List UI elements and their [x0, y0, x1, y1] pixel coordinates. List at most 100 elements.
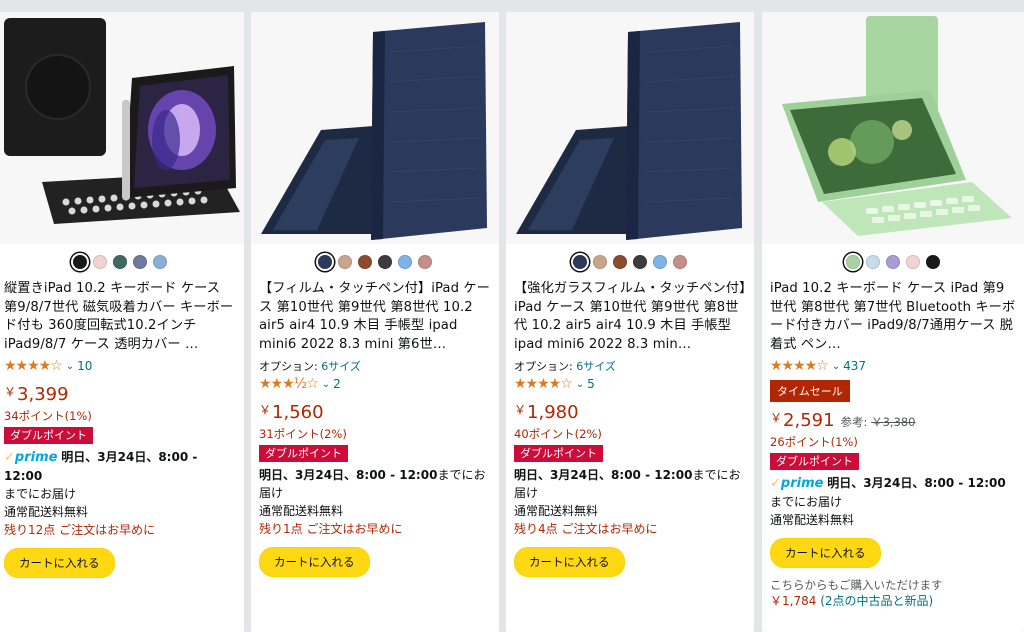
add-to-cart-button[interactable]: カートに入れる [4, 548, 115, 578]
chevron-down-icon[interactable]: ⌄ [832, 361, 840, 372]
color-swatch[interactable] [886, 255, 900, 269]
color-swatch[interactable] [866, 255, 880, 269]
product-title[interactable]: iPad 10.2 キーボード ケース iPad 第9世代 第8世代 第7世代 … [770, 280, 1016, 354]
time-sale-badge: タイムセール [770, 380, 850, 402]
color-swatch[interactable] [926, 255, 940, 269]
rating[interactable]: ★★★★☆ ⌄ 437 [770, 356, 1016, 376]
delivery-suffix: までにお届け [4, 487, 77, 501]
option-link[interactable]: 6サイズ [576, 360, 616, 373]
stock-warning: 残り1点 ご注文はお早めに [259, 522, 403, 536]
product-title[interactable]: 【強化ガラスフィルム・タッチペン付】iPad ケース 第10世代 第9世代 第8… [514, 280, 746, 354]
color-swatch[interactable] [338, 255, 352, 269]
delivery-info: ✓prime 明日、3月24日、8:00 - 12:00 までにお届け [4, 448, 236, 503]
delivery-suffix: までにお届け [770, 495, 843, 509]
color-swatch[interactable] [358, 255, 372, 269]
other-offers[interactable]: ￥1,784 (2点の中古品と新品) [770, 593, 1016, 609]
color-swatch[interactable] [318, 255, 332, 269]
ipad-folio-case-navy-icon [506, 12, 754, 244]
review-count[interactable]: 2 [333, 377, 341, 391]
product-title[interactable]: 縦置きiPad 10.2 キーボード ケース 第9/8/7世代 磁気吸着カバー … [4, 280, 236, 354]
color-swatch[interactable] [846, 255, 860, 269]
check-icon: ✓ [770, 476, 781, 491]
product-grid: 縦置きiPad 10.2 キーボード ケース 第9/8/7世代 磁気吸着カバー … [0, 0, 1024, 632]
delivery-info: 明日、3月24日、8:00 - 12:00までにお届け [514, 466, 746, 502]
color-swatch[interactable] [93, 255, 107, 269]
shipping-info: 通常配送料無料 [4, 505, 89, 519]
review-count[interactable]: 10 [77, 359, 92, 373]
check-icon: ✓ [4, 450, 15, 465]
product-card[interactable]: 縦置きiPad 10.2 キーボード ケース 第9/8/7世代 磁気吸着カバー … [0, 12, 244, 632]
price-value: 2,591 [783, 410, 835, 431]
add-to-cart-button[interactable]: カートに入れる [770, 538, 881, 568]
chevron-down-icon[interactable]: ⌄ [322, 379, 330, 390]
delivery-date: 明日、3月24日、8:00 - 12:00 [514, 468, 693, 482]
star-rating-icon: ★★★★☆ [4, 358, 63, 374]
add-to-cart-button[interactable]: カートに入れる [514, 547, 625, 577]
currency-symbol: ￥ [259, 403, 272, 417]
double-points-badge: ダブルポイント [770, 453, 859, 470]
color-swatch[interactable] [153, 255, 167, 269]
double-points-badge: ダブルポイント [514, 445, 603, 462]
product-image[interactable] [0, 12, 244, 244]
other-offers-text: こちらからもご購入いただけます [770, 578, 943, 592]
product-card[interactable]: 【フィルム・タッチペン付】iPad ケース 第10世代 第9世代 第8世代 10… [251, 12, 499, 632]
price: ￥1,980 [514, 400, 746, 426]
price: ￥2,591 参考: ￥3,380 [770, 408, 1016, 434]
price-value: 3,399 [17, 384, 69, 405]
price-value: 1,980 [527, 402, 579, 423]
color-swatches [770, 244, 1016, 280]
points: 26ポイント(1%) [770, 435, 858, 449]
star-rating-icon: ★★★★☆ [770, 358, 829, 374]
star-rating-icon: ★★★½☆ [259, 376, 319, 392]
points: 31ポイント(2%) [259, 427, 347, 441]
ipad-folio-case-navy-icon [251, 12, 499, 244]
points: 34ポイント(1%) [4, 409, 92, 423]
product-image[interactable] [506, 12, 754, 244]
color-swatch[interactable] [906, 255, 920, 269]
product-card[interactable]: iPad 10.2 キーボード ケース iPad 第9世代 第8世代 第7世代 … [762, 12, 1024, 632]
shipping-info: 通常配送料無料 [259, 504, 344, 518]
price-value: 1,560 [272, 402, 324, 423]
color-swatch[interactable] [378, 255, 392, 269]
color-swatch[interactable] [113, 255, 127, 269]
product-image[interactable] [762, 12, 1024, 244]
price: ￥3,399 [4, 382, 236, 408]
add-to-cart-button[interactable]: カートに入れる [259, 547, 370, 577]
delivery-info: ✓prime 明日、3月24日、8:00 - 12:00 までにお届け [770, 474, 1016, 511]
review-count[interactable]: 5 [587, 377, 595, 391]
product-image[interactable] [251, 12, 499, 244]
delivery-date: 明日、3月24日、8:00 - 12:00 [827, 476, 1006, 490]
color-swatch[interactable] [593, 255, 607, 269]
chevron-down-icon[interactable]: ⌄ [576, 379, 584, 390]
color-swatch[interactable] [673, 255, 687, 269]
chevron-down-icon[interactable]: ⌄ [66, 361, 74, 372]
ipad-keyboard-case-green-icon [762, 12, 1024, 244]
color-swatch[interactable] [398, 255, 412, 269]
review-count[interactable]: 437 [843, 359, 866, 373]
shipping-info: 通常配送料無料 [514, 504, 599, 518]
color-swatches [514, 244, 746, 280]
color-swatch[interactable] [633, 255, 647, 269]
product-title[interactable]: 【フィルム・タッチペン付】iPad ケース 第10世代 第9世代 第8世代 10… [259, 280, 491, 354]
delivery-info: 明日、3月24日、8:00 - 12:00までにお届け [259, 466, 491, 502]
rating[interactable]: ★★★½☆ ⌄ 2 [259, 374, 491, 394]
color-swatch[interactable] [73, 255, 87, 269]
color-swatch[interactable] [418, 255, 432, 269]
double-points-badge: ダブルポイント [4, 427, 93, 444]
option-info: オプション: 6サイズ [514, 360, 616, 373]
rating[interactable]: ★★★★☆ ⌄ 10 [4, 356, 236, 376]
color-swatch[interactable] [133, 255, 147, 269]
color-swatches [259, 244, 491, 280]
prime-badge: ✓prime [4, 450, 58, 465]
currency-symbol: ￥ [4, 385, 17, 399]
other-offers-link[interactable]: (2点の中古品と新品) [820, 594, 933, 608]
prime-badge: ✓prime [770, 476, 824, 491]
color-swatch[interactable] [613, 255, 627, 269]
option-link[interactable]: 6サイズ [321, 360, 361, 373]
color-swatch[interactable] [653, 255, 667, 269]
color-swatch[interactable] [573, 255, 587, 269]
double-points-badge: ダブルポイント [259, 445, 348, 462]
rating[interactable]: ★★★★☆ ⌄ 5 [514, 374, 746, 394]
product-card[interactable]: 【強化ガラスフィルム・タッチペン付】iPad ケース 第10世代 第9世代 第8… [506, 12, 754, 632]
ipad-keyboard-case-black-icon [0, 12, 244, 244]
